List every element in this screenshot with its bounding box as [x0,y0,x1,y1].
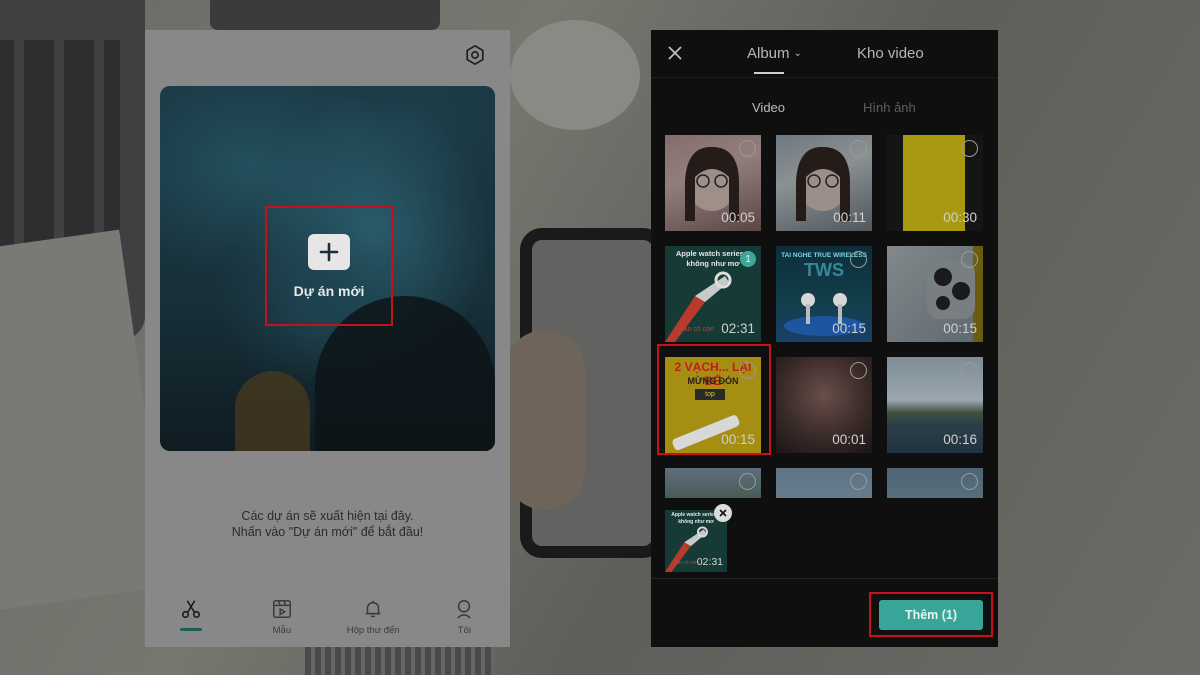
tab-kho-video[interactable]: Kho video [857,45,924,62]
media-duration: 00:16 [943,432,977,447]
plus-icon [308,233,350,270]
select-circle[interactable] [961,473,978,490]
media-thumbnail[interactable] [776,468,872,498]
media-duration: 00:15 [721,432,755,447]
select-circle[interactable] [850,251,867,268]
media-duration: 02:31 [721,321,755,336]
bottom-divider [651,578,998,579]
empty-line-1: Các dự án sẽ xuất hiện tại đây. [241,509,414,523]
camera-background [210,0,440,30]
select-circle[interactable] [850,362,867,379]
select-circle[interactable] [739,473,756,490]
tray-duration: 02:31 [696,556,723,568]
media-grid: 00:05 00:11 00:30 Apple watch series 7 k… [651,135,998,498]
media-thumbnail-selected[interactable]: Apple watch series 7 không như mơ Bạn có… [665,246,761,342]
new-project-button[interactable]: Dự án mới [265,206,393,326]
nav-templates[interactable]: Mẫu [236,592,327,647]
empty-projects-message: Các dự án sẽ xuất hiện tại đây. Nhấn vào… [145,508,510,540]
hero-arm [235,371,310,451]
select-circle[interactable] [850,140,867,157]
hexagon-settings-icon [466,44,484,66]
template-icon [271,598,293,620]
hero-smoke-image: Dự án mới [160,86,495,451]
bottom-nav: Mẫu Hộp thư đến Tôi [145,592,510,647]
select-circle[interactable] [961,140,978,157]
scissors-icon [180,598,202,620]
top-divider [651,77,998,78]
profile-icon [453,598,475,620]
media-thumbnail[interactable]: 00:30 [887,135,983,231]
selected-badge[interactable]: 1 [740,251,756,267]
media-thumbnail[interactable]: 2 VẠCH... LẠI ĐẾ MỪNG ĐÓN top 00:15 [665,357,761,453]
media-thumbnail[interactable] [887,468,983,498]
tab-album[interactable]: Album ⌄ [747,45,802,62]
settings-button[interactable] [463,43,487,67]
media-thumbnail[interactable]: 00:05 [665,135,761,231]
tab-album-label: Album [747,45,790,62]
add-button[interactable]: Thêm (1) [879,599,983,630]
hand-background [505,330,585,510]
tab-album-underline [754,72,784,74]
tray-caption: Bạn có còn [673,560,699,566]
select-circle[interactable] [850,473,867,490]
media-thumbnail[interactable]: 00:11 [776,135,872,231]
add-button-highlight: Thêm (1) [869,592,993,637]
home-screen: Dự án mới Các dự án sẽ xuất hiện tại đây… [145,30,510,647]
select-circle[interactable] [961,362,978,379]
empty-line-2: Nhấn vào "Dự án mới" để bắt đầu! [231,525,424,539]
subtab-video[interactable]: Video [752,100,785,115]
nav-inbox-label: Hộp thư đến [346,625,400,636]
media-duration: 00:30 [943,210,977,225]
watch-background [305,645,495,675]
media-picker-screen: Album ⌄ Kho video Video Hình ảnh 00:05 0… [651,30,998,647]
media-thumbnail[interactable] [665,468,761,498]
media-duration: 00:11 [833,210,866,225]
media-thumbnail[interactable]: 00:16 [887,357,983,453]
nav-profile[interactable]: Tôi [419,592,510,647]
selected-tray: Apple watch series 7 không như mơ Bạn có… [651,498,998,578]
subtab-image[interactable]: Hình ảnh [863,100,916,115]
media-thumbnail[interactable]: TAI NGHE TRUE WIRELESS TWS 00:15 [776,246,872,342]
close-icon [668,46,682,60]
media-duration: 00:05 [721,210,755,225]
media-thumbnail[interactable]: 00:15 [887,246,983,342]
nav-inbox[interactable]: Hộp thư đến [328,592,419,647]
select-circle[interactable] [739,362,756,379]
chevron-down-icon: ⌄ [793,48,802,59]
select-circle[interactable] [961,251,978,268]
nav-active-indicator [179,628,202,631]
media-thumbnail[interactable]: 00:01 [776,357,872,453]
nav-profile-label: Tôi [457,625,471,636]
close-button[interactable] [667,45,683,61]
media-duration: 00:01 [832,432,866,447]
close-icon [719,509,727,517]
bell-icon [362,598,384,620]
vase-background [510,20,640,130]
nav-edit[interactable] [145,592,236,647]
remove-selected-button[interactable] [714,504,732,522]
media-duration: 00:15 [832,321,866,336]
select-circle[interactable] [739,140,756,157]
nav-templates-label: Mẫu [272,625,292,636]
media-duration: 00:15 [943,321,977,336]
thumb-caption: Bạn có còn [679,326,715,333]
new-project-label: Dự án mới [293,282,365,299]
